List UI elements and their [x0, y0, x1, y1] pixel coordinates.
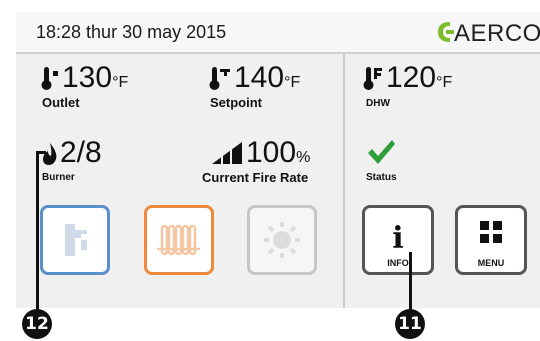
- panel-divider: [343, 54, 345, 308]
- header-bar: 18:28 thur 30 may 2015 AERCO: [16, 12, 540, 54]
- svg-text:i: i: [392, 221, 403, 256]
- solar-mode-button[interactable]: [247, 205, 317, 275]
- dhw-reading: 120°F: [386, 63, 452, 93]
- fire-rate-label: Current Fire Rate: [202, 170, 309, 185]
- heating-mode-button[interactable]: [144, 205, 214, 275]
- aerco-logo-icon: [438, 22, 454, 42]
- setpoint-reading: 140°F: [234, 63, 300, 93]
- menu-button[interactable]: MENU: [455, 205, 527, 275]
- radiator-icon: [157, 224, 200, 256]
- dhw-value: 120: [386, 61, 437, 94]
- burner-value: 2/8: [60, 136, 102, 169]
- flame-icon: [43, 143, 57, 165]
- burner-label: Burner: [42, 172, 75, 183]
- outlet-value: 130: [62, 61, 113, 94]
- outlet-reading: 130°F: [62, 63, 128, 93]
- callout-12-tick: [36, 151, 46, 154]
- outlet-unit: °F: [112, 74, 129, 91]
- thermometer-up-icon: [41, 67, 58, 90]
- info-button[interactable]: i INFO: [362, 205, 434, 275]
- callout-11-line: [409, 252, 412, 312]
- info-button-label: INFO: [387, 258, 409, 268]
- callout-badge-12: 12: [22, 309, 52, 339]
- date-time: 18:28 thur 30 may 2015: [36, 22, 227, 42]
- fire-rate-value: 100: [246, 136, 297, 169]
- signal-bars-icon: [212, 142, 242, 164]
- callout-badge-11: 11: [395, 309, 425, 339]
- fire-rate-reading: 100%: [246, 138, 310, 168]
- faucet-icon: [65, 224, 87, 256]
- status-label: Status: [366, 172, 397, 183]
- dhw-unit: °F: [436, 74, 453, 91]
- setpoint-value: 140: [234, 61, 285, 94]
- dhw-mode-button[interactable]: [40, 205, 110, 275]
- thermometer-dhw-icon: [363, 67, 382, 90]
- checkmark-icon: [368, 140, 395, 164]
- setpoint-label: Setpoint: [210, 95, 262, 110]
- aerco-logo-text: AERCO: [454, 20, 540, 47]
- sun-icon: [264, 222, 300, 258]
- setpoint-unit: °F: [284, 74, 301, 91]
- dhw-label: DHW: [366, 98, 390, 109]
- burner-reading: 2/8: [60, 138, 102, 168]
- callout-12-line: [36, 151, 39, 319]
- boiler-control-screen: 18:28 thur 30 may 2015 AERCO 130°F Outle…: [16, 12, 540, 308]
- fire-rate-unit: %: [296, 149, 311, 166]
- outlet-label: Outlet: [42, 95, 80, 110]
- thermometer-target-icon: [209, 67, 230, 90]
- menu-button-label: MENU: [477, 258, 505, 268]
